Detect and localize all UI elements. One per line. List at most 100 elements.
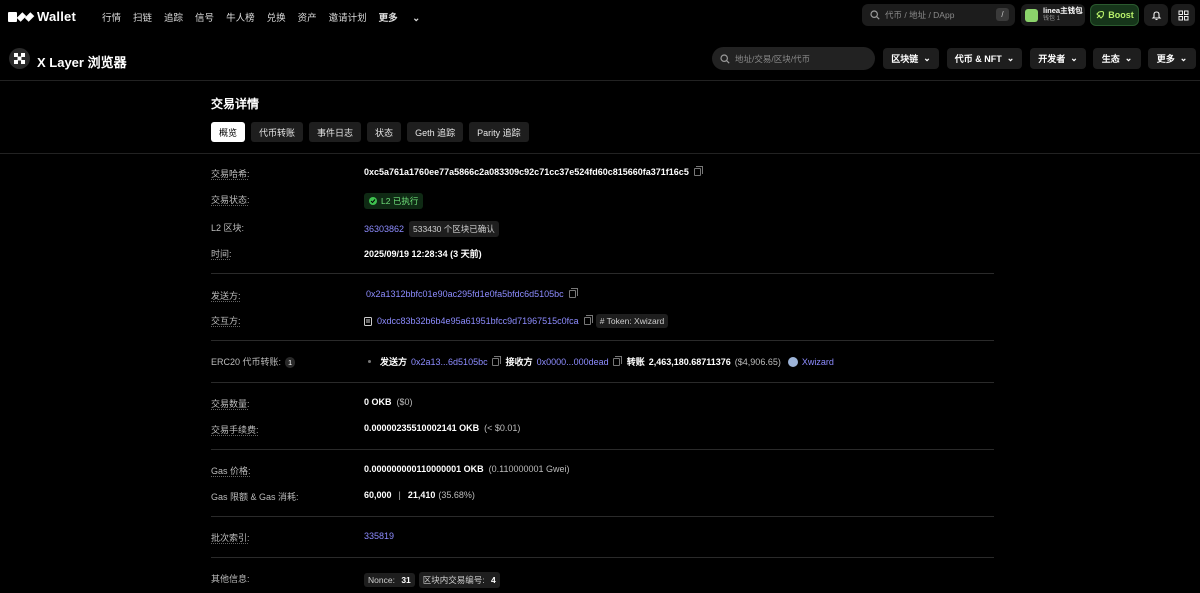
erc20-to-link[interactable]: 0x0000...000dead — [537, 357, 609, 367]
nav-scan[interactable]: 扫链 — [133, 10, 152, 24]
top-nav: Wallet 行情 扫链 追踪 信号 牛人榜 兑换 资产 邀请计划 更多 ⌄ 代… — [0, 0, 1200, 31]
tx-hash-label: 交易哈希: — [211, 169, 250, 179]
tx-hash-value: 0xc5a761a1760ee77a5866c2a083309c92c71cc3… — [364, 167, 689, 177]
block-label: L2 区块: — [211, 223, 245, 233]
position-label: 区块内交易编号: — [422, 575, 485, 585]
menu-blockchain[interactable]: 区块链 ⌄ — [883, 48, 939, 69]
nav-assets[interactable]: 资产 — [298, 10, 317, 24]
fee-amount: 0.00000235510002141 OKB — [364, 423, 480, 433]
nav-leaderboard[interactable]: 牛人榜 — [226, 10, 255, 24]
chevron-down-icon: ⌄ — [1179, 53, 1188, 63]
copy-icon[interactable] — [568, 288, 578, 298]
gas-limit-label: Gas 限额 & Gas 消耗: — [211, 492, 299, 502]
search-icon — [870, 10, 880, 20]
contract-icon — [364, 316, 372, 326]
chevron-down-icon: ⌄ — [1124, 53, 1133, 63]
time-label: 时间: — [211, 249, 232, 259]
batch-label: 批次索引: — [211, 533, 250, 543]
status-text: L2 已执行 — [381, 196, 419, 206]
search-placeholder: 代币 / 地址 / DApp — [885, 10, 955, 20]
global-search-input[interactable]: 代币 / 地址 / DApp / — [862, 4, 1015, 26]
page-title: 交易详情 — [211, 97, 260, 111]
section-divider — [211, 382, 994, 383]
okx-wallet-logo[interactable]: Wallet — [8, 9, 76, 24]
xlayer-logo-icon[interactable] — [9, 48, 30, 69]
status-label: 交易状态: — [211, 195, 250, 205]
batch-link[interactable]: 335819 — [364, 531, 394, 541]
gas-limit-value: 60,000 — [364, 490, 392, 500]
chevron-down-icon: ⌄ — [412, 13, 421, 24]
tab-token-transfers[interactable]: 代币转账 — [251, 122, 304, 142]
erc20-from-link[interactable]: 0x2a13...6d5105bc — [411, 357, 488, 367]
chevron-down-icon: ⌄ — [923, 53, 931, 63]
wallet-name: linea主钱包 — [1043, 6, 1083, 15]
bell-icon — [1151, 10, 1161, 20]
copy-icon[interactable] — [491, 355, 501, 366]
value-amount: 0 OKB — [364, 397, 392, 407]
nav-swap[interactable]: 兑换 — [267, 10, 286, 24]
copy-icon[interactable] — [693, 166, 703, 176]
nav-more[interactable]: 更多 ⌄ — [379, 10, 433, 24]
erc20-amount: 2,463,180.68711376 — [648, 356, 731, 367]
menu-developers[interactable]: 开发者 ⌄ — [1030, 48, 1086, 69]
to-address-link[interactable]: 0xdcc83b32b6b4e95a61951bfcc9d71967515c0f… — [377, 316, 579, 326]
explorer-header: X Layer 浏览器 地址/交易/区块/代币 区块链 ⌄ 代币 & NFT ⌄ 开… — [0, 37, 1200, 81]
nav-referral[interactable]: 邀请计划 — [329, 10, 367, 24]
erc20-token-link[interactable]: Xwizard — [802, 357, 834, 367]
menu-tokens-nft-label: 代币 & NFT — [954, 54, 1002, 64]
menu-ecosystem[interactable]: 生态 ⌄ — [1093, 48, 1141, 69]
rocket-icon — [1096, 10, 1105, 19]
copy-icon[interactable] — [612, 355, 622, 366]
notifications-button[interactable] — [1144, 4, 1168, 26]
tab-parity-trace[interactable]: Parity 追踪 — [469, 122, 529, 142]
search-icon — [720, 53, 730, 64]
erc20-label: ERC20 代币转账: — [211, 357, 282, 367]
erc20-amount-label: 转账 — [626, 357, 645, 367]
wallet-switcher-button[interactable]: linea主钱包 钱包 1 — [1021, 4, 1085, 26]
section-divider — [211, 273, 994, 274]
boost-label: Boost — [1108, 10, 1134, 20]
menu-more[interactable]: 更多 ⌄ — [1148, 48, 1196, 69]
grid-icon — [1178, 10, 1188, 20]
menu-developers-label: 开发者 — [1038, 54, 1066, 64]
from-label: 发送方: — [211, 291, 241, 301]
detail-tabs: 概览 代币转账 事件日志 状态 Geth 追踪 Parity 追踪 — [211, 122, 529, 142]
position-pill: 区块内交易编号: 4 — [418, 572, 500, 588]
to-label: 交互方: — [211, 316, 241, 326]
menu-ecosystem-label: 生态 — [1101, 54, 1120, 64]
block-number-link[interactable]: 36303862 — [364, 224, 404, 234]
wallet-avatar — [1025, 8, 1038, 22]
brand-text: Wallet — [37, 9, 77, 24]
okx-logo-icon — [8, 11, 35, 22]
tab-overview[interactable]: 概览 — [211, 122, 246, 142]
status-badge: L2 已执行 — [364, 193, 424, 209]
nav-signal[interactable]: 信号 — [195, 10, 214, 24]
erc20-from-label: 发送方 — [380, 357, 408, 367]
tab-state[interactable]: 状态 — [367, 122, 402, 142]
apps-menu-button[interactable] — [1171, 4, 1195, 26]
value-label: 交易数量: — [211, 399, 250, 409]
menu-blockchain-label: 区块链 — [891, 54, 919, 64]
gas-used-percent: (35.68%) — [438, 490, 475, 500]
explorer-search-input[interactable]: 地址/交易/区块/代币 — [712, 47, 875, 70]
fee-label: 交易手续费: — [211, 425, 259, 435]
gas-used-value: 21,410 — [407, 490, 436, 500]
section-divider — [211, 340, 994, 341]
time-value: 2025/09/19 12:28:34 (3 天前) — [364, 249, 482, 259]
boost-button[interactable]: Boost — [1090, 4, 1139, 26]
nonce-pill: Nonce: 31 — [364, 573, 415, 587]
copy-icon[interactable] — [583, 315, 593, 325]
menu-tokens-nft[interactable]: 代币 & NFT ⌄ — [947, 48, 1022, 69]
nav-more-label: 更多 — [378, 13, 398, 24]
bullet-dot — [368, 360, 371, 363]
gas-price-value: 0.000000000110000001 OKB — [364, 464, 484, 474]
nav-market[interactable]: 行情 — [102, 10, 121, 24]
from-address-link[interactable]: 0x2a1312bbfc01e90ac295fd1e0fa5bfdc6d5105… — [366, 289, 564, 299]
search-shortcut-key: / — [996, 8, 1009, 21]
nav-track[interactable]: 追踪 — [164, 10, 183, 24]
section-divider — [211, 516, 994, 517]
check-circle-icon — [369, 197, 377, 205]
tab-event-logs[interactable]: 事件日志 — [309, 122, 362, 142]
value-usd: ($0) — [396, 397, 413, 407]
tab-geth-trace[interactable]: Geth 追踪 — [407, 122, 464, 142]
